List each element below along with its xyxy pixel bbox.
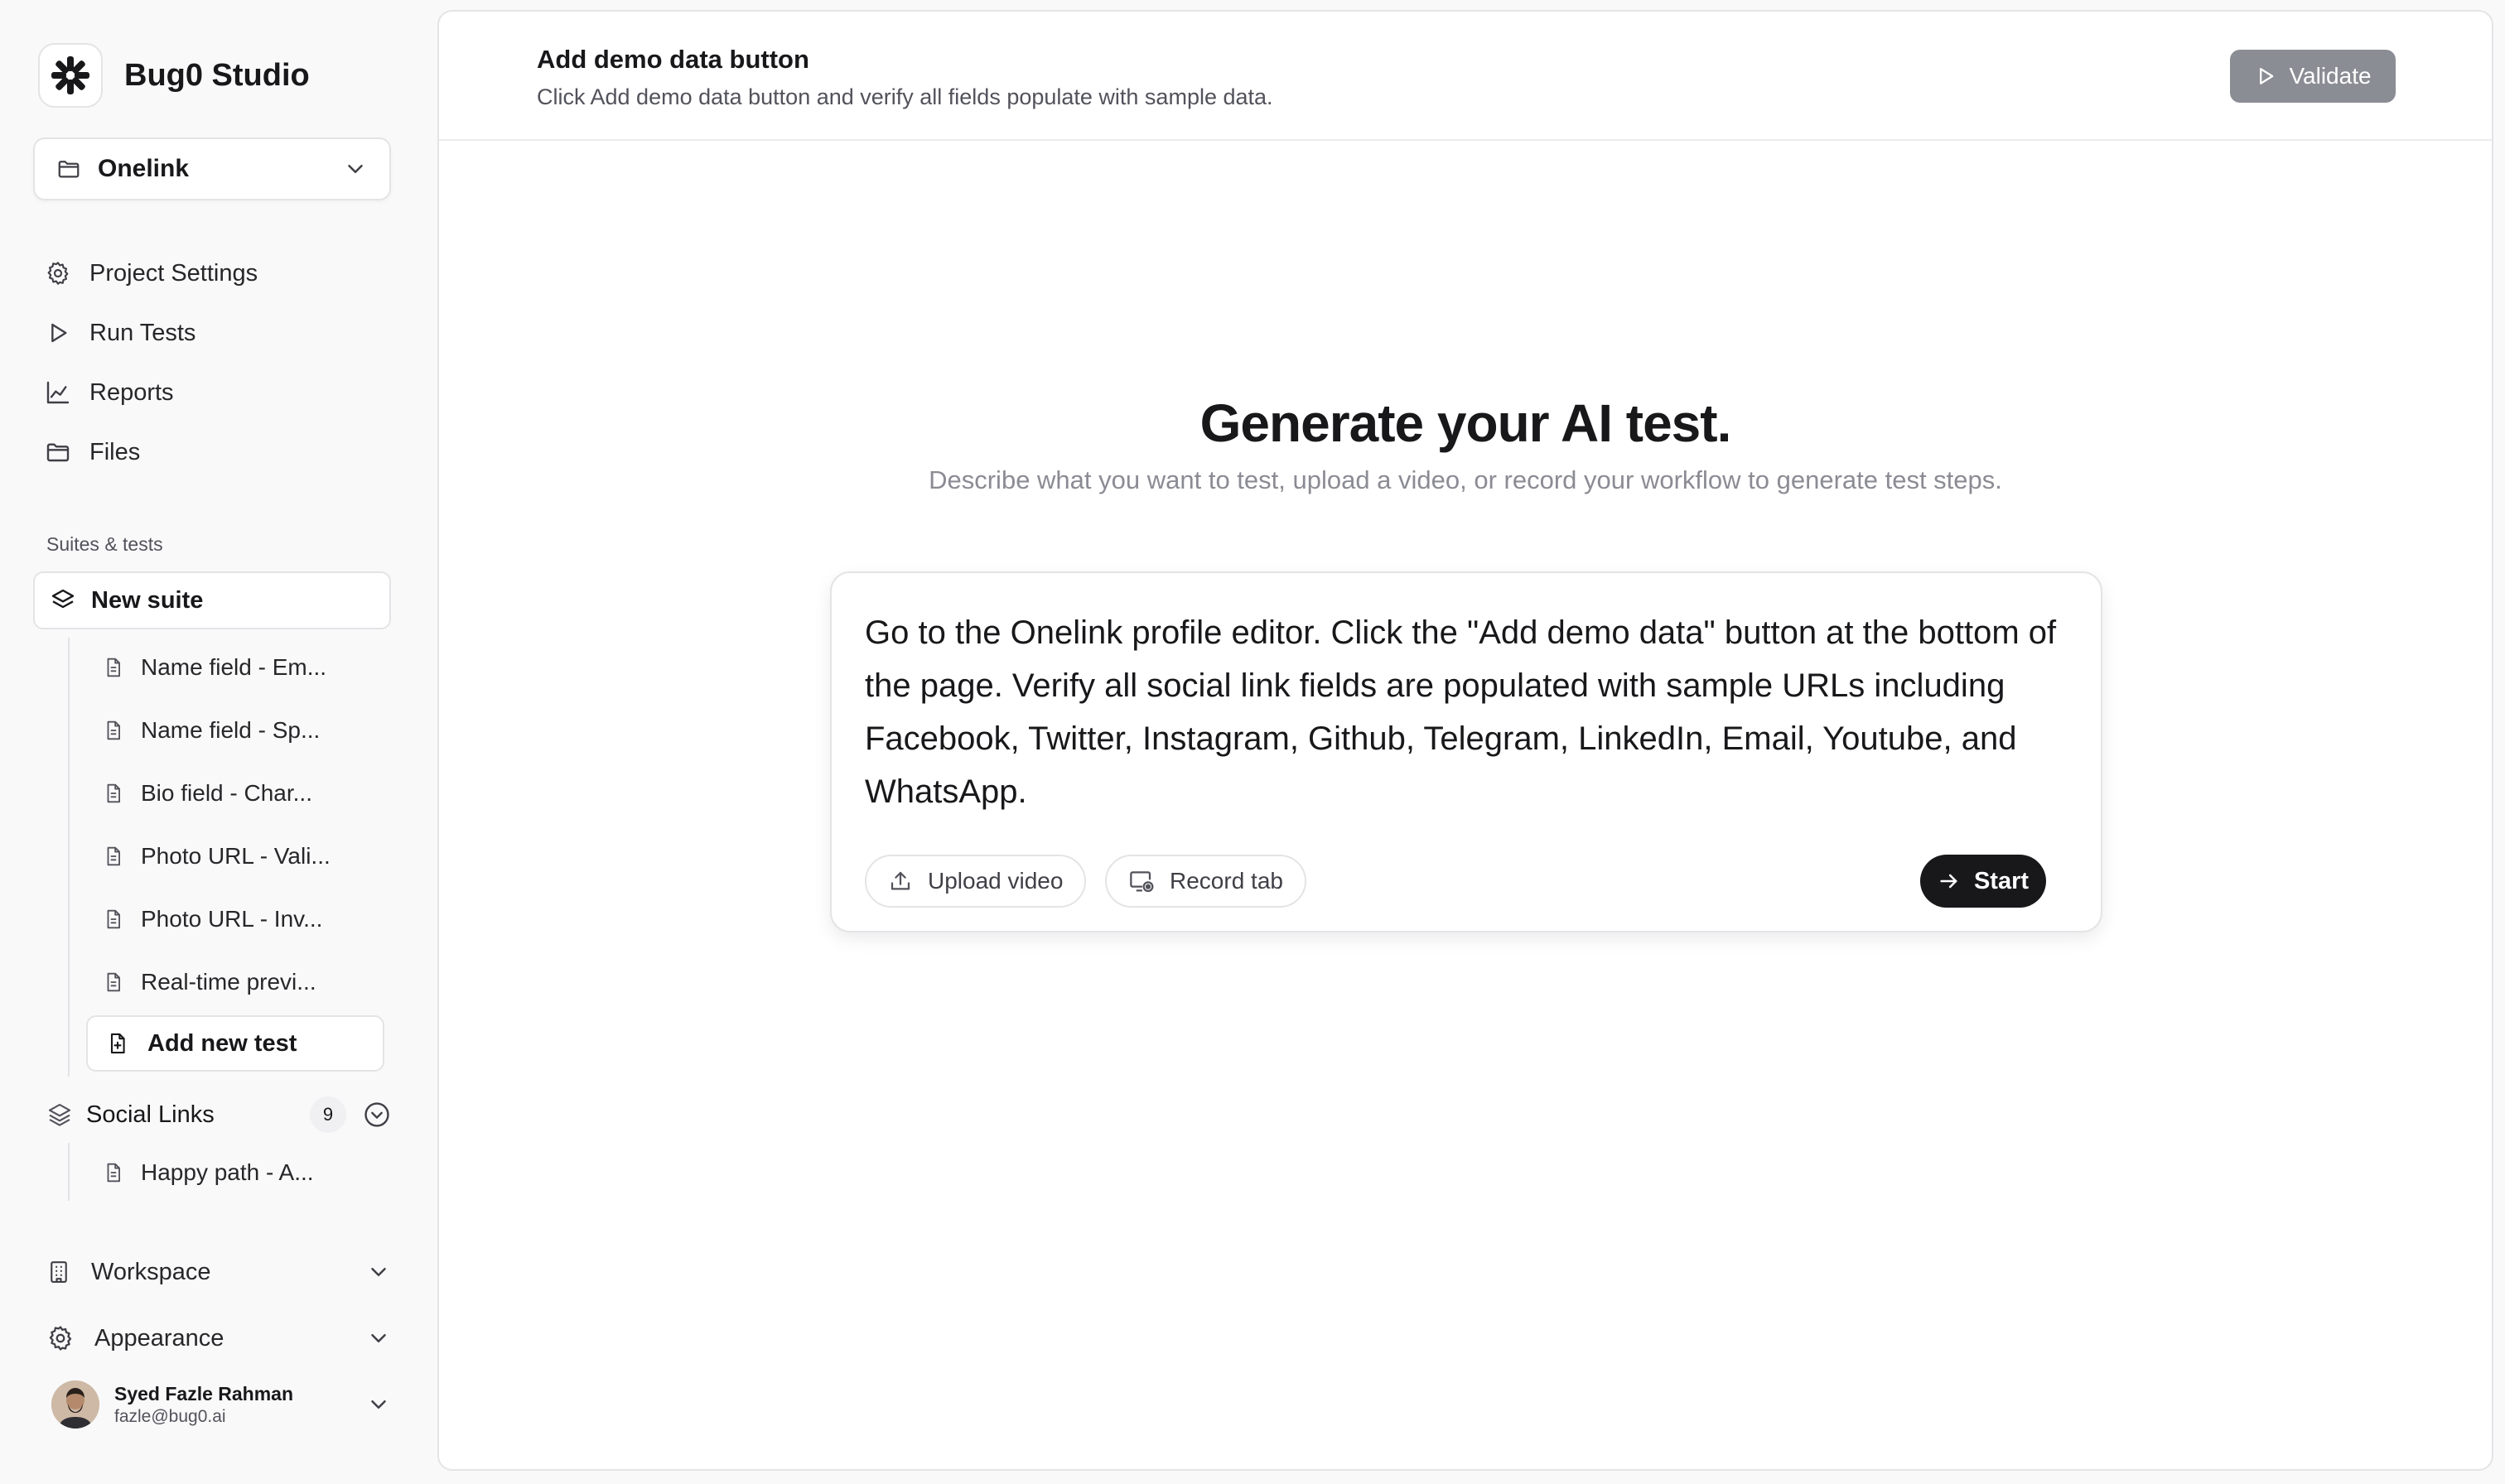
- project-name: Onelink: [98, 155, 190, 182]
- list-item[interactable]: Name field - Em...: [86, 636, 384, 699]
- upload-video-button[interactable]: Upload video: [865, 855, 1087, 908]
- gear-icon: [46, 1324, 75, 1352]
- building-icon: [46, 1260, 71, 1284]
- suite-social-links[interactable]: Social Links 9: [46, 1086, 391, 1143]
- user-name: Syed Fazle Rahman: [114, 1382, 294, 1404]
- list-item[interactable]: Real-time previ...: [86, 951, 384, 1014]
- start-label: Start: [1973, 867, 2030, 894]
- chevron-down-circle-icon[interactable]: [363, 1101, 391, 1129]
- nav-project-settings[interactable]: Project Settings: [33, 243, 391, 303]
- hero-subtitle: Describe what you want to test, upload a…: [929, 465, 2002, 494]
- list-item[interactable]: Bio field - Char...: [86, 762, 384, 825]
- nav-reports[interactable]: Reports: [33, 363, 391, 422]
- start-button[interactable]: Start: [1920, 855, 2046, 908]
- layers-icon: [50, 587, 76, 614]
- list-item[interactable]: Photo URL - Vali...: [86, 825, 384, 888]
- file-icon: [103, 783, 124, 804]
- list-item[interactable]: Name field - Sp...: [86, 699, 384, 762]
- file-icon: [103, 971, 124, 993]
- file-plus-icon: [106, 1032, 129, 1055]
- tree-connector: [68, 638, 70, 1077]
- play-icon: [2254, 65, 2277, 88]
- nav-label: Project Settings: [89, 259, 258, 287]
- social-links-test-list: Happy path - A...: [86, 1141, 384, 1204]
- test-name: Happy path - A...: [141, 1159, 314, 1185]
- user-email: fazle@bug0.ai: [114, 1406, 226, 1426]
- test-description: Click Add demo data button and verify al…: [537, 84, 1273, 109]
- nav-run-tests[interactable]: Run Tests: [33, 303, 391, 363]
- app-window: Bug0 Studio Onelink Project Settings Run…: [0, 0, 2505, 1484]
- file-icon: [103, 720, 124, 741]
- add-new-test-label: Add new test: [147, 1029, 297, 1057]
- main-panel: Add demo data button Click Add demo data…: [437, 10, 2493, 1471]
- prompt-textarea[interactable]: Go to the Onelink profile editor. Click …: [865, 606, 2074, 818]
- gear-icon: [45, 260, 71, 287]
- file-icon: [103, 657, 124, 678]
- list-item[interactable]: Photo URL - Inv...: [86, 888, 384, 951]
- record-tab-label: Record tab: [1170, 868, 1283, 894]
- test-count-badge: 9: [310, 1096, 346, 1133]
- validate-label: Validate: [2289, 63, 2372, 89]
- upload-video-label: Upload video: [928, 868, 1064, 894]
- layers-icon: [46, 1101, 73, 1128]
- file-icon: [103, 908, 124, 930]
- test-name: Real-time previ...: [141, 969, 316, 995]
- primary-nav: Project Settings Run Tests Reports Files: [33, 243, 391, 482]
- file-icon: [103, 1162, 124, 1183]
- suites-section-label: Suites & tests: [46, 533, 163, 555]
- nav-label: Reports: [89, 378, 174, 406]
- test-name: Bio field - Char...: [141, 780, 312, 806]
- nav-files[interactable]: Files: [33, 422, 391, 482]
- snowflake-logo-icon: [38, 43, 103, 108]
- nav-label: Files: [89, 438, 141, 465]
- screen-record-icon: [1128, 868, 1155, 894]
- file-icon: [103, 846, 124, 867]
- arrow-right-icon: [1938, 870, 1961, 893]
- brand-name: Bug0 Studio: [124, 57, 310, 93]
- prompt-card: Go to the Onelink profile editor. Click …: [830, 571, 2102, 932]
- new-suite-button[interactable]: New suite: [33, 571, 391, 629]
- appearance-label: Appearance: [94, 1324, 224, 1352]
- workspace-menu[interactable]: Workspace: [46, 1244, 391, 1300]
- tree-connector: [68, 1143, 70, 1201]
- test-name: Photo URL - Vali...: [141, 843, 331, 869]
- chevron-down-icon: [366, 1260, 391, 1284]
- test-title: Add demo data button: [537, 45, 809, 74]
- upload-icon: [888, 869, 913, 894]
- test-name: Photo URL - Inv...: [141, 906, 323, 932]
- user-info: Syed Fazle Rahman fazle@bug0.ai: [114, 1383, 366, 1427]
- suite-name: Social Links: [86, 1101, 215, 1128]
- play-icon: [45, 320, 71, 346]
- chevron-down-icon: [343, 157, 368, 181]
- hero-title: Generate your AI test.: [1199, 393, 1732, 453]
- folder-icon: [56, 157, 81, 181]
- add-new-test-button[interactable]: Add new test: [86, 1015, 384, 1072]
- user-menu[interactable]: Syed Fazle Rahman fazle@bug0.ai: [51, 1376, 391, 1433]
- folder-icon: [45, 439, 71, 465]
- suite-test-list: Name field - Em... Name field - Sp... Bi…: [86, 636, 384, 1014]
- nav-label: Run Tests: [89, 319, 196, 346]
- test-name: Name field - Sp...: [141, 717, 321, 743]
- test-header: Add demo data button Click Add demo data…: [439, 12, 2492, 141]
- brand[interactable]: Bug0 Studio: [38, 43, 310, 108]
- sidebar: Bug0 Studio Onelink Project Settings Run…: [0, 0, 437, 1484]
- chevron-down-icon: [366, 1326, 391, 1351]
- test-name: Name field - Em...: [141, 654, 327, 680]
- project-selector[interactable]: Onelink: [33, 137, 391, 200]
- list-item[interactable]: Happy path - A...: [86, 1141, 384, 1204]
- chevron-down-icon: [366, 1392, 391, 1417]
- workspace-label: Workspace: [91, 1258, 211, 1285]
- avatar: [51, 1380, 99, 1429]
- appearance-menu[interactable]: Appearance: [46, 1310, 391, 1366]
- record-tab-button[interactable]: Record tab: [1105, 855, 1306, 908]
- line-chart-icon: [45, 379, 71, 406]
- new-suite-label: New suite: [91, 586, 204, 614]
- validate-button[interactable]: Validate: [2230, 50, 2396, 103]
